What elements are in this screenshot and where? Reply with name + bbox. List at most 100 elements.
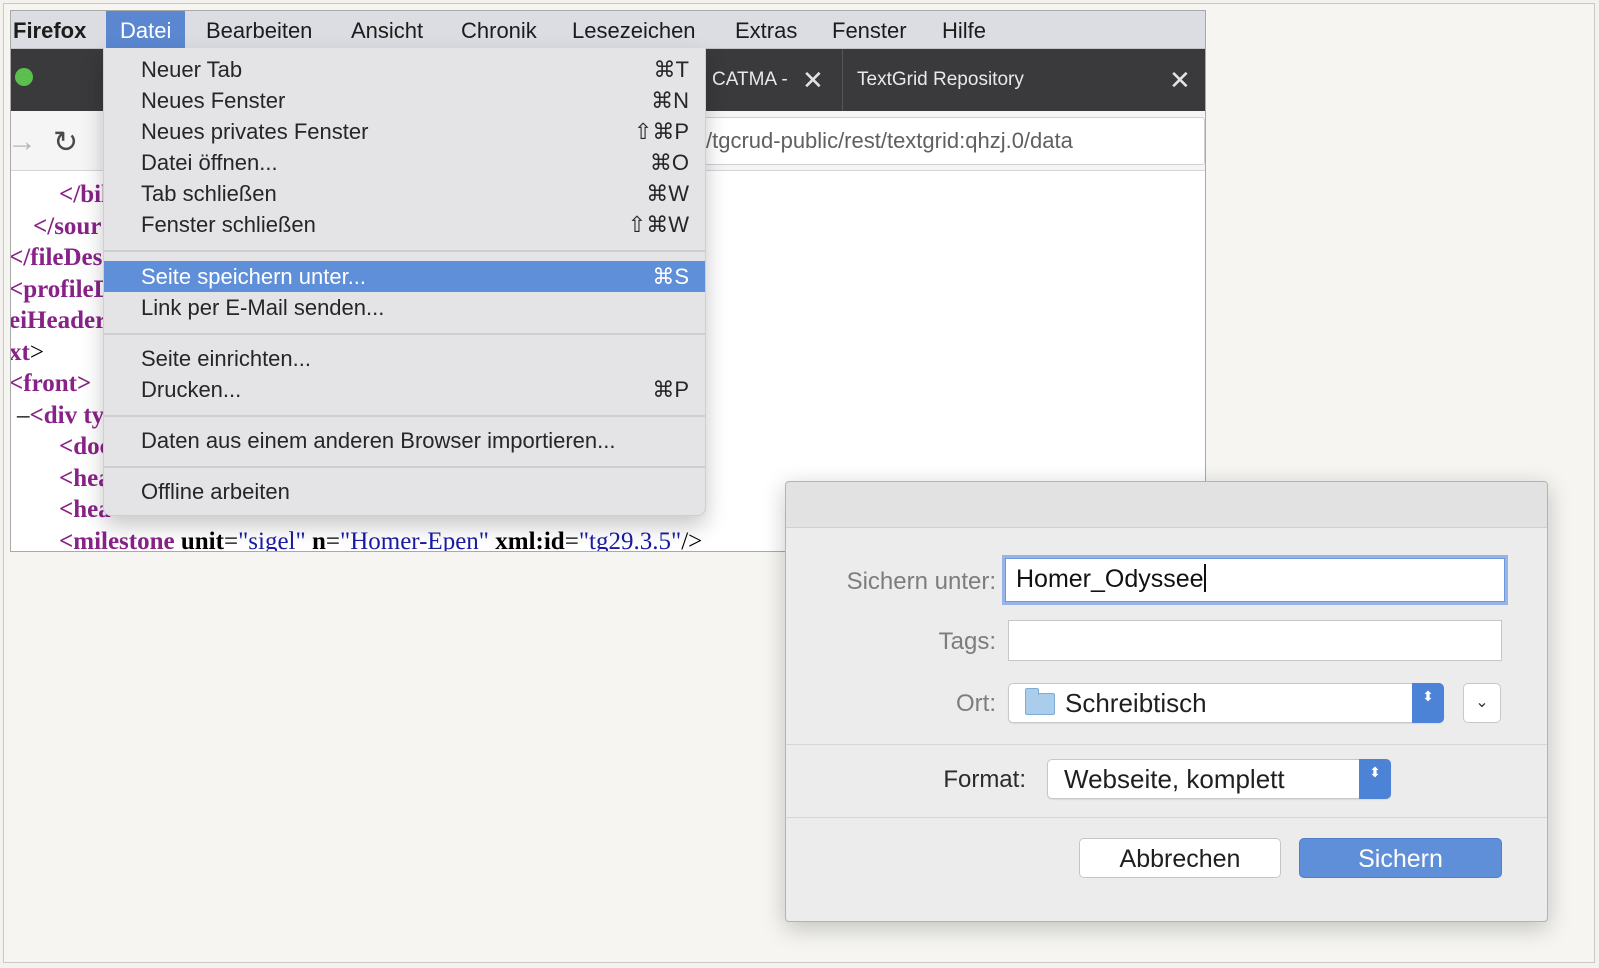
xml-attribute: xml:id xyxy=(489,528,565,552)
tags-label: Tags: xyxy=(938,628,996,655)
menu-separator xyxy=(104,466,705,468)
xml-attribute: unit xyxy=(174,528,224,552)
menu-bearbeiten[interactable]: Bearbeiten xyxy=(192,11,326,49)
save-as-label: Sichern unter: xyxy=(846,568,996,595)
menu-lesezeichen[interactable]: Lesezeichen xyxy=(558,11,710,49)
tags-field[interactable] xyxy=(1008,620,1502,661)
popup-stepper-icon: ⬍ xyxy=(1359,759,1391,799)
save-dialog: Sichern unter: Homer_Odyssee Tags: Ort: … xyxy=(785,481,1548,922)
expand-dialog-button[interactable]: ⌄ xyxy=(1463,683,1501,723)
menu-item-neues-fenster[interactable]: Neues Fenster ⌘N xyxy=(104,85,705,116)
url-text: /tgcrud-public/rest/textgrid:qhzj.0/data xyxy=(706,128,1073,153)
reload-icon[interactable]: ↻ xyxy=(53,125,78,160)
xml-line: <profileD xyxy=(10,274,112,306)
location-value: Schreibtisch xyxy=(1065,688,1207,718)
xml-tag: <profileD xyxy=(10,276,112,303)
format-popup[interactable]: Webseite, komplett ⬍ xyxy=(1047,759,1391,799)
datei-menu: Neuer Tab ⌘T Neues Fenster ⌘N Neues privat… xyxy=(103,48,706,516)
filename-field[interactable]: Homer_Odyssee xyxy=(1005,558,1505,602)
menu-separator xyxy=(104,333,705,335)
tab-title: TextGrid Repository xyxy=(857,69,1024,90)
xml-punctuation: > xyxy=(29,339,44,366)
menu-item-label: Neues privates Fenster xyxy=(141,119,369,144)
window-zoom-button[interactable] xyxy=(15,68,33,86)
shortcut-label: ⌘O xyxy=(649,150,689,175)
menu-item-neuer-tab[interactable]: Neuer Tab ⌘T xyxy=(104,54,705,85)
menu-item-seite-speichern-unter[interactable]: Seite speichern unter... ⌘S xyxy=(104,261,705,292)
xml-value: "tg29.3.5" xyxy=(578,528,682,552)
tab-catma[interactable]: CATMA - ✕ xyxy=(697,49,842,111)
menu-extras[interactable]: Extras xyxy=(721,11,811,49)
menu-datei[interactable]: Datei xyxy=(106,11,186,49)
shortcut-label: ⇧⌘W xyxy=(627,212,689,237)
shortcut-label: ⇧⌘P xyxy=(633,119,689,144)
cancel-button[interactable]: Abbrechen xyxy=(1079,838,1281,878)
xml-tag: </bil xyxy=(59,181,108,208)
forward-arrow-icon[interactable]: → xyxy=(11,125,37,159)
xml-line: <front> xyxy=(10,368,92,400)
menu-ansicht[interactable]: Ansicht xyxy=(337,11,437,49)
xml-line: </fileDesc xyxy=(10,242,114,274)
menu-separator xyxy=(104,415,705,417)
xml-value: "sigel" xyxy=(238,528,306,552)
menu-item-label: Seite einrichten... xyxy=(141,346,311,371)
menu-item-label: Fenster schließen xyxy=(141,212,316,237)
folder-icon xyxy=(1025,688,1055,715)
collapse-toggle[interactable]: – xyxy=(17,402,30,429)
tab-textgrid-repository[interactable]: TextGrid Repository ✕ xyxy=(842,49,1205,111)
xml-line: xt> xyxy=(10,337,44,369)
filename-value: Homer_Odyssee xyxy=(1016,565,1204,593)
menu-item-seite-einrichten[interactable]: Seite einrichten... xyxy=(104,343,705,374)
xml-value: "Homer-Epen" xyxy=(339,528,490,552)
menu-item-label: Seite speichern unter... xyxy=(141,264,367,289)
menu-item-tab-schliessen[interactable]: Tab schließen ⌘W xyxy=(104,178,705,209)
xml-punctuation: = xyxy=(325,528,340,552)
menu-item-drucken[interactable]: Drucken... ⌘P xyxy=(104,374,705,405)
menu-item-datei-oeffnen[interactable]: Datei öffnen... ⌘O xyxy=(104,147,705,178)
xml-line: eiHeader xyxy=(11,305,106,337)
menu-item-fenster-schliessen[interactable]: Fenster schließen ⇧⌘W xyxy=(104,209,705,240)
dialog-titlebar[interactable] xyxy=(786,482,1547,528)
format-value: Webseite, komplett xyxy=(1064,764,1285,794)
menu-firefox[interactable]: Firefox xyxy=(11,11,100,49)
xml-line-milestone: <milestone unit="sigel" n="Homer-Epen" x… xyxy=(59,526,703,552)
dialog-separator xyxy=(786,817,1547,818)
location-popup[interactable]: Schreibtisch ⬍ xyxy=(1008,683,1444,723)
menu-item-label: Datei öffnen... xyxy=(141,150,278,175)
xml-punctuation: = xyxy=(564,528,579,552)
shortcut-label: ⌘W xyxy=(646,181,689,206)
menu-item-daten-importieren[interactable]: Daten aus einem anderen Browser importie… xyxy=(104,425,705,456)
tab-title: CATMA - xyxy=(712,69,788,90)
menu-item-offline-arbeiten[interactable]: Offline arbeiten xyxy=(104,476,705,507)
dialog-separator xyxy=(786,744,1547,745)
text-caret xyxy=(1203,564,1206,592)
xml-punctuation: /> xyxy=(681,528,703,552)
menu-item-neues-privates-fenster[interactable]: Neues privates Fenster ⇧⌘P xyxy=(104,116,705,147)
menu-fenster[interactable]: Fenster xyxy=(818,11,921,49)
address-bar[interactable]: /tgcrud-public/rest/textgrid:qhzj.0/data xyxy=(701,117,1205,165)
shortcut-label: ⌘T xyxy=(653,57,689,82)
save-button[interactable]: Sichern xyxy=(1299,838,1502,878)
popup-stepper-icon: ⬍ xyxy=(1412,683,1444,723)
menu-item-link-per-email[interactable]: Link per E-Mail senden... xyxy=(104,292,705,323)
menu-hilfe[interactable]: Hilfe xyxy=(928,11,1000,49)
xml-tag: <front> xyxy=(10,370,92,397)
xml-tag: </sour xyxy=(33,213,102,240)
xml-line: </bil xyxy=(59,179,108,211)
menu-chronik[interactable]: Chronik xyxy=(447,11,551,49)
menu-item-label: Neues Fenster xyxy=(141,88,286,113)
xml-tag: </fileDesc xyxy=(10,244,114,271)
menu-item-label: Offline arbeiten xyxy=(141,479,290,504)
xml-punctuation: = xyxy=(223,528,239,552)
location-label: Ort: xyxy=(956,690,996,717)
close-icon[interactable]: ✕ xyxy=(802,49,824,111)
shortcut-label: ⌘P xyxy=(652,377,689,402)
menu-item-label: Drucken... xyxy=(141,377,242,402)
menu-item-label: Tab schließen xyxy=(141,181,277,206)
menu-bar: Firefox Datei Bearbeiten Ansicht Chronik… xyxy=(11,11,1205,49)
xml-tag: <milestone xyxy=(59,528,175,552)
xml-tag: xt xyxy=(10,339,30,366)
close-icon[interactable]: ✕ xyxy=(1169,49,1191,111)
menu-item-label: Link per E-Mail senden... xyxy=(141,295,385,320)
shortcut-label: ⌘S xyxy=(652,264,689,289)
